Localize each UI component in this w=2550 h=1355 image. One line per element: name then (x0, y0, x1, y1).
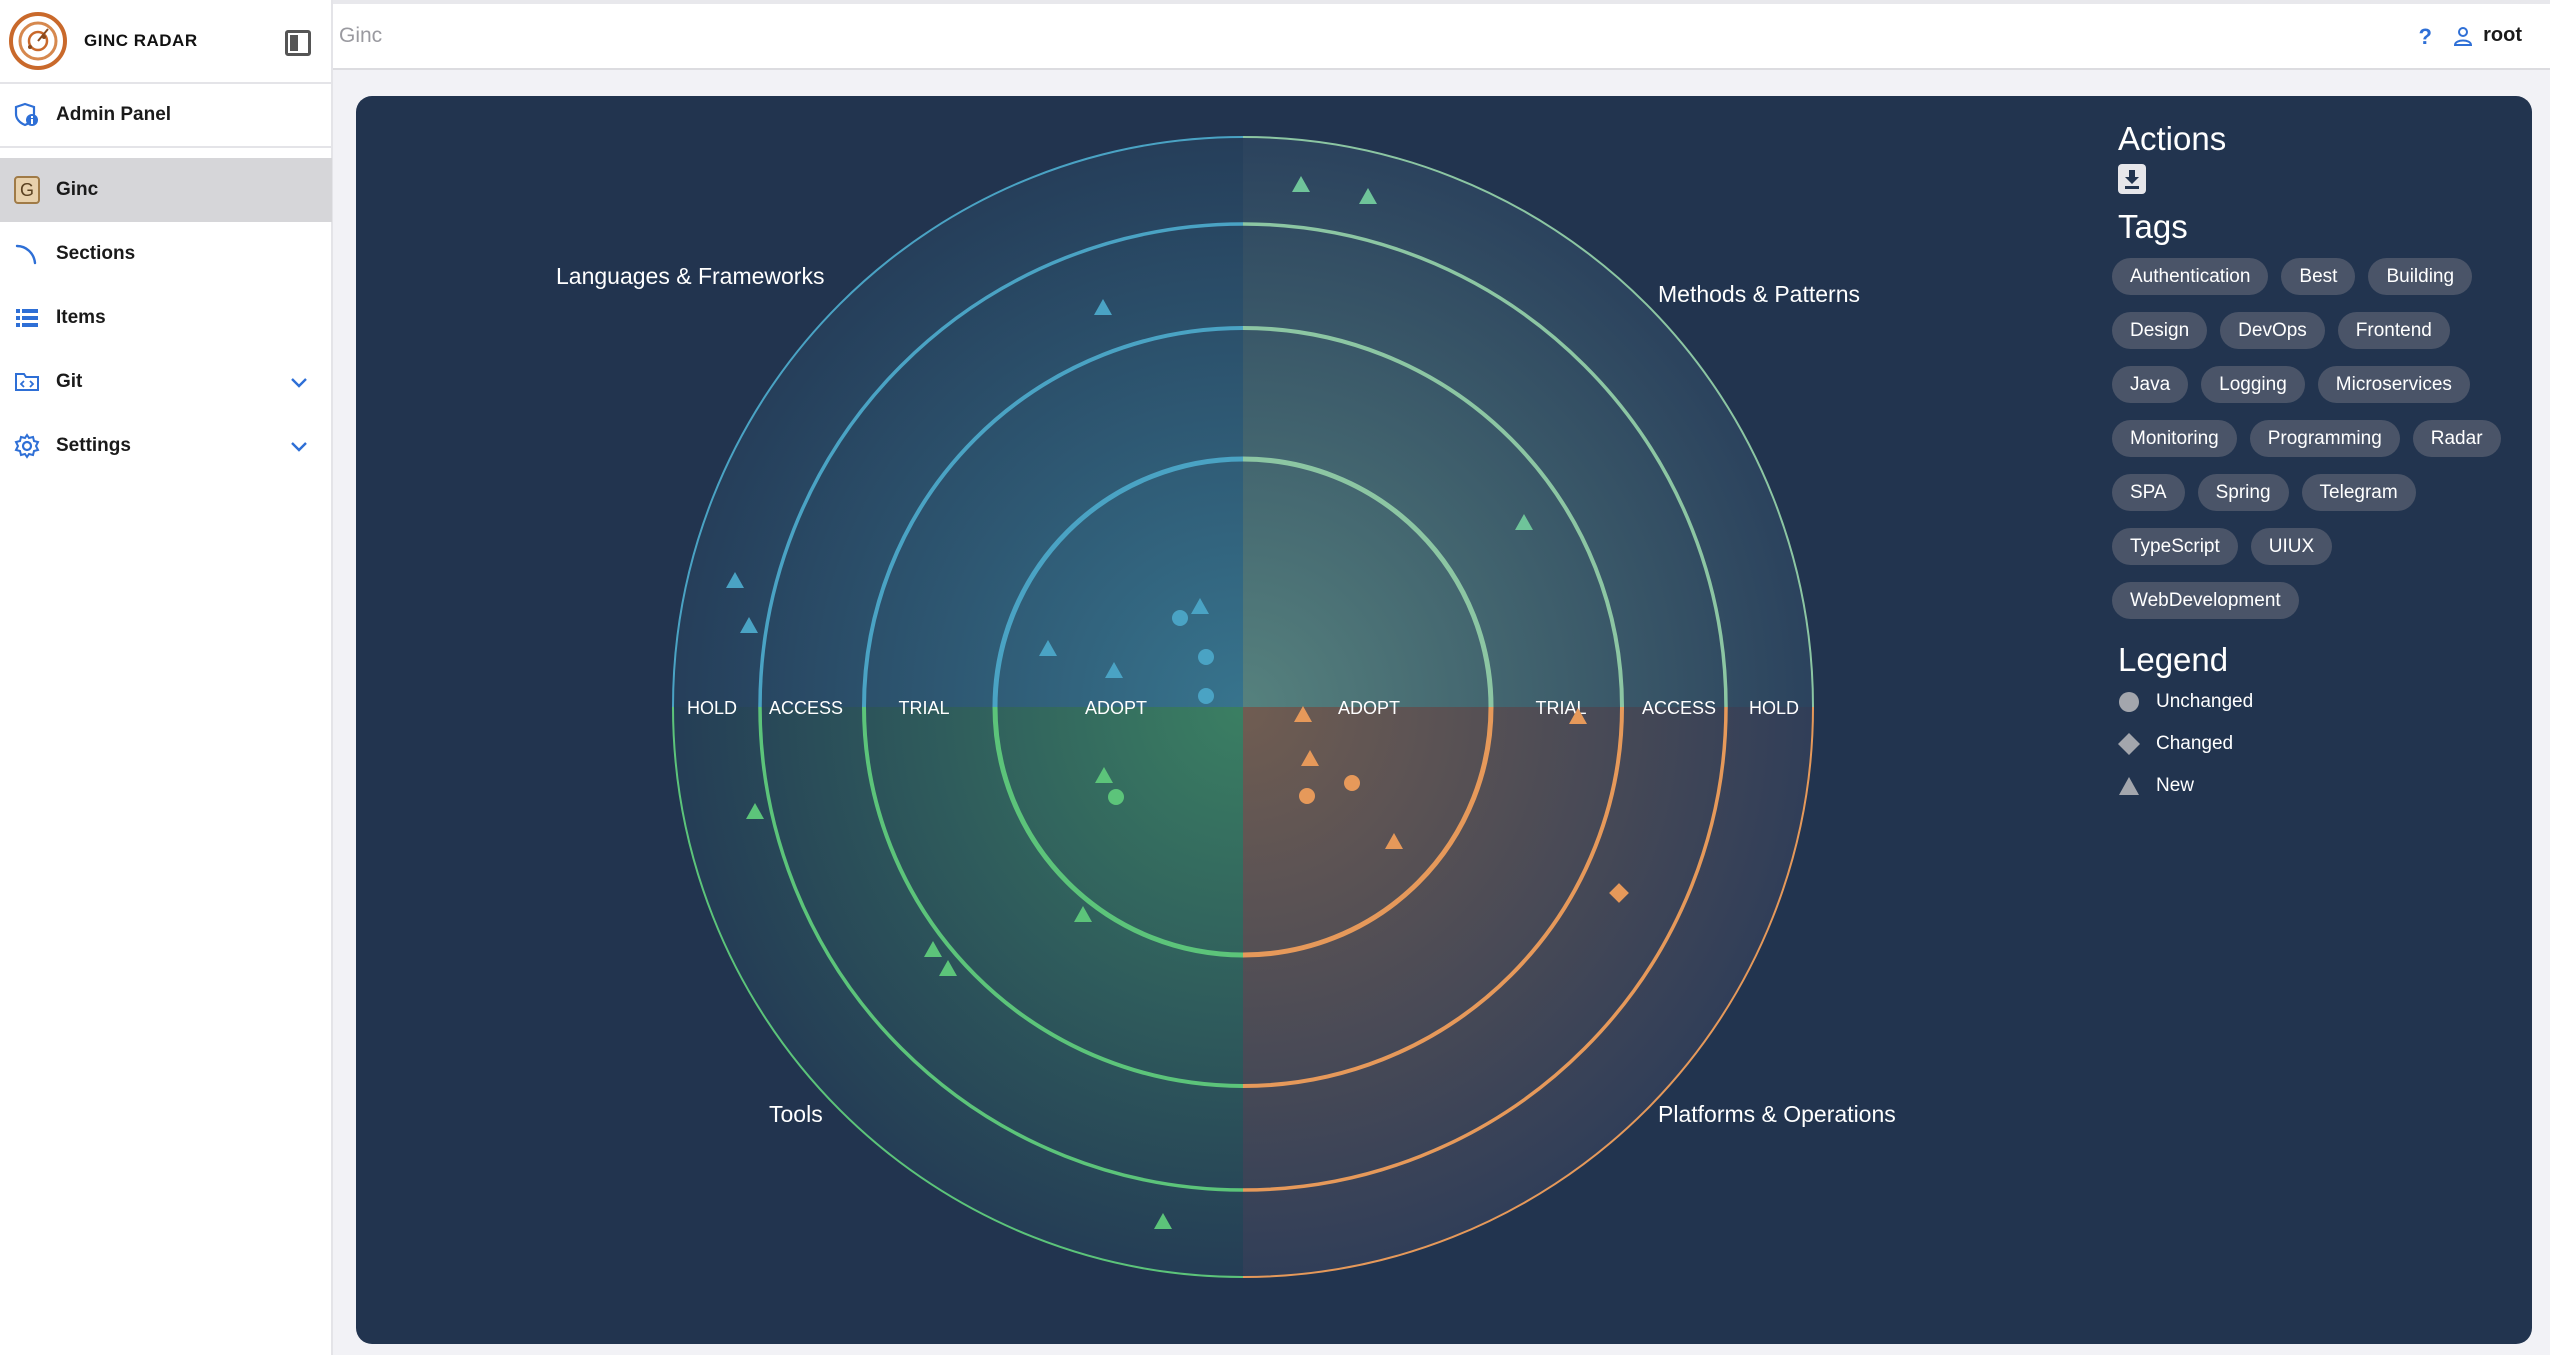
sidebar-item-label: Sections (56, 243, 136, 264)
legend-item-unchanged: Unchanged (2118, 681, 2518, 723)
sidebar-item-items[interactable]: Items (0, 286, 331, 350)
gear-icon (14, 433, 40, 459)
tag-chip[interactable]: Microservices (2317, 366, 2470, 403)
chevron-down-icon[interactable] (289, 436, 309, 456)
tag-chip[interactable]: Best (2281, 258, 2356, 295)
sidebar-item-label: Git (56, 371, 83, 392)
legend-title: Legend (2118, 641, 2229, 678)
user-icon (2454, 26, 2473, 46)
user-name: root (2483, 24, 2522, 46)
legend: Unchanged Changed New (2118, 681, 2518, 807)
legend-item-new: New (2118, 765, 2518, 807)
diamond-icon (2118, 733, 2140, 755)
download-button[interactable] (2118, 164, 2146, 194)
help-icon[interactable]: ? (2419, 24, 2432, 50)
legend-label: Changed (2156, 733, 2234, 754)
sidebar-item-sections[interactable]: Sections (0, 222, 331, 286)
breadcrumb[interactable]: Ginc (339, 24, 382, 48)
user-menu[interactable]: root (2453, 24, 2522, 47)
tag-chip[interactable]: Java (2112, 366, 2189, 403)
download-icon (2125, 170, 2139, 189)
quadrant-languages (673, 137, 1243, 707)
tag-list: Authentication Best Building Design DevO… (2112, 258, 2512, 619)
tag-chip[interactable]: Authentication (2112, 258, 2269, 295)
quadrant-title-platforms: Platforms & Operations (1658, 1101, 1896, 1127)
tags-title: Tags (2118, 208, 2188, 245)
legend-item-changed: Changed (2118, 723, 2518, 765)
tag-chip[interactable]: Frontend (2337, 312, 2450, 349)
blip-circle[interactable] (1198, 688, 1214, 704)
sidebar-item-git[interactable]: Git (0, 350, 331, 414)
brand-header: GINC RADAR (0, 0, 331, 84)
shield-info-icon (14, 102, 40, 128)
blip-circle[interactable] (1299, 788, 1315, 804)
sidebar-item-ginc[interactable]: G Ginc (0, 158, 332, 222)
quadrant-platforms (1243, 707, 1813, 1277)
tag-chip[interactable]: Building (2368, 258, 2473, 295)
quadrant-title-languages: Languages & Frameworks (556, 263, 824, 289)
circle-icon (2119, 692, 2139, 712)
brand-name: GINC RADAR (84, 31, 198, 50)
blip-circle[interactable] (1198, 649, 1214, 665)
blip-circle[interactable] (1172, 610, 1188, 626)
tag-chip[interactable]: UIUX (2250, 528, 2333, 565)
triangle-icon (2119, 777, 2139, 795)
legend-label: New (2156, 775, 2195, 796)
actions-title: Actions (2118, 120, 2227, 157)
quadrant-title-methods: Methods & Patterns (1658, 281, 1860, 307)
ring-label-adopt: ADOPT (1338, 698, 1400, 718)
side-panel: Actions Tags Authentication Best Buildin… (2112, 120, 2518, 807)
sidebar-item-admin-panel[interactable]: Admin Panel (0, 84, 331, 148)
tag-chip[interactable]: Spring (2197, 474, 2289, 511)
blip-circle[interactable] (1108, 789, 1124, 805)
radar-panel: HOLD ACCESS TRIAL ADOPT ADOPT TRIAL ACCE… (356, 96, 2532, 1344)
ring-label-hold: HOLD (687, 698, 737, 718)
list-icon (14, 305, 40, 331)
arc-icon (14, 241, 40, 267)
ring-label-access: ACCESS (1642, 698, 1716, 718)
top-bar: Ginc ? root (333, 0, 2550, 70)
radar-chart: HOLD ACCESS TRIAL ADOPT ADOPT TRIAL ACCE… (556, 136, 1896, 1278)
tag-chip[interactable]: WebDevelopment (2112, 582, 2299, 619)
tag-chip[interactable]: TypeScript (2112, 528, 2238, 565)
sidebar-item-label: Ginc (56, 179, 99, 200)
legend-label: Unchanged (2156, 691, 2254, 712)
chevron-down-icon[interactable] (289, 372, 309, 392)
tag-chip[interactable]: Monitoring (2112, 420, 2237, 457)
quadrant-tools (673, 707, 1243, 1277)
tag-chip[interactable]: Design (2112, 312, 2208, 349)
tag-chip[interactable]: Logging (2201, 366, 2305, 403)
radar-logo-icon[interactable] (8, 11, 68, 71)
tag-chip[interactable]: Programming (2249, 420, 2400, 457)
quadrant-title-tools: Tools (769, 1101, 823, 1127)
ring-label-access: ACCESS (769, 698, 843, 718)
blip-circle[interactable] (1344, 775, 1360, 791)
sidebar: GINC RADAR Admin Panel G Ginc Sections I… (0, 0, 333, 1355)
tag-chip[interactable]: Radar (2412, 420, 2501, 457)
ring-label-hold: HOLD (1749, 698, 1799, 718)
sidebar-item-label: Admin Panel (56, 104, 172, 125)
quadrant-methods (1243, 137, 1813, 707)
ring-label-adopt: ADOPT (1085, 698, 1147, 718)
tag-chip[interactable]: DevOps (2220, 312, 2325, 349)
folder-code-icon (14, 369, 40, 395)
sidebar-item-settings[interactable]: Settings (0, 414, 331, 478)
sidebar-item-label: Settings (56, 435, 131, 456)
tag-chip[interactable]: SPA (2112, 474, 2185, 511)
tag-chip[interactable]: Telegram (2301, 474, 2416, 511)
sidebar-item-label: Items (56, 307, 106, 328)
sidebar-toggle-icon[interactable] (285, 30, 311, 56)
radar-badge-icon: G (14, 176, 40, 204)
ring-label-trial: TRIAL (898, 698, 949, 718)
